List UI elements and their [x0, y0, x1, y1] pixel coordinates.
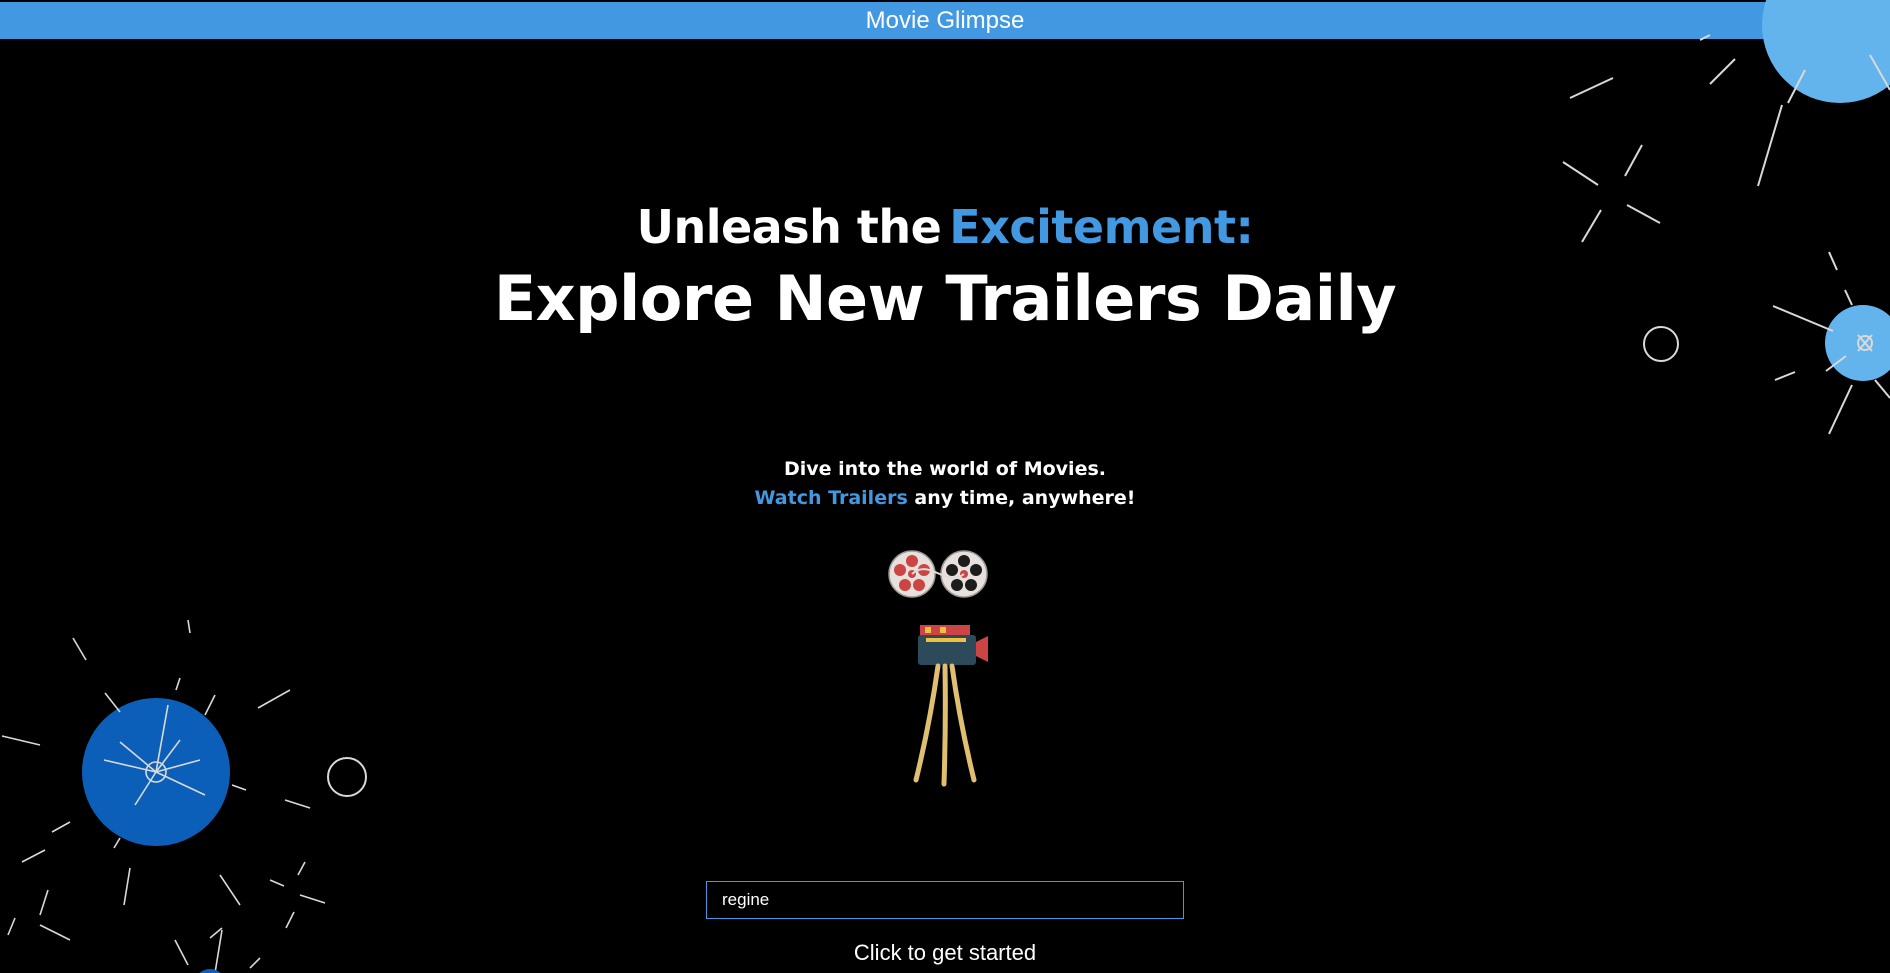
hero-prefix: Unleash the	[636, 200, 942, 254]
subtitle-line-2-rest: any time, anywhere!	[914, 487, 1136, 509]
hero-accent: Excitement:	[949, 200, 1254, 254]
watch-trailers-link: Watch Trailers	[754, 487, 908, 509]
subtitle-line-2: Watch Trailers any time, anywhere!	[0, 484, 1890, 513]
deco-circle-bottom-edge	[199, 969, 221, 973]
search-input[interactable]	[706, 881, 1184, 919]
subtitle: Dive into the world of Movies. Watch Tra…	[0, 455, 1890, 513]
hero-headline: Explore New Trailers Daily	[493, 262, 1397, 335]
hero-heading: Unleash the Excitement: Explore New Trail…	[0, 200, 1890, 335]
get-started-button[interactable]: Click to get started	[0, 940, 1890, 966]
subtitle-line-1: Dive into the world of Movies.	[784, 458, 1106, 480]
hero-line-1: Unleash the Excitement:	[0, 200, 1890, 254]
top-bar: Movie Glimpse	[0, 2, 1890, 39]
movie-camera-icon	[888, 550, 988, 787]
deco-lines-bottom-left	[1, 619, 326, 973]
app-title: Movie Glimpse	[865, 6, 1025, 34]
deco-circle-bottom-left	[82, 698, 230, 846]
deco-ring-left	[327, 757, 367, 797]
